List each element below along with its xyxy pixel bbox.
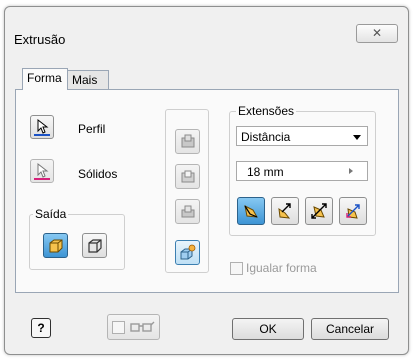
tab-forma-label: Forma [27, 71, 62, 85]
help-icon: ? [37, 321, 45, 335]
extents-group-label: Extensões [236, 104, 297, 118]
join-button[interactable] [175, 129, 200, 154]
cursor-arrow-icon [34, 118, 50, 136]
join-icon [181, 134, 194, 147]
direction-flipped-button[interactable] [271, 197, 299, 225]
output-surface-button[interactable] [82, 233, 107, 258]
help-button[interactable]: ? [31, 318, 51, 338]
preview-button[interactable] [107, 314, 160, 340]
direction-symmetric-button[interactable] [305, 197, 333, 225]
chevron-down-icon [353, 135, 361, 140]
new-solid-button[interactable] [175, 240, 200, 265]
direction-default-icon [244, 205, 258, 218]
direction-symmetric-icon [311, 203, 327, 219]
match-shape-checkbox[interactable] [230, 262, 243, 275]
cursor-arrow-icon [34, 162, 50, 180]
dialog-title: Extrusão [14, 32, 66, 47]
direction-asymmetric-button[interactable] [339, 197, 367, 225]
cancel-button-label: Cancelar [325, 322, 375, 336]
preview-checkbox [112, 320, 125, 334]
direction-flipped-icon [278, 203, 291, 219]
profile-select-button[interactable] [30, 115, 54, 139]
direction-default-button[interactable] [237, 197, 265, 225]
match-shape-label: Igualar forma [246, 261, 317, 275]
chevron-right-icon [349, 168, 353, 174]
close-icon: ✕ [371, 26, 383, 40]
extent-type-value: Distância [241, 130, 291, 144]
ok-button[interactable]: OK [232, 318, 304, 340]
cancel-button[interactable]: Cancelar [311, 318, 389, 340]
tab-mais[interactable]: Mais [67, 70, 109, 90]
intersect-icon [181, 205, 194, 217]
cut-icon [181, 170, 194, 182]
solids-label: Sólidos [78, 167, 118, 181]
ok-button-label: OK [259, 322, 277, 336]
output-group-label: Saída [33, 207, 69, 221]
new-solid-icon [180, 244, 195, 259]
direction-asymmetric-icon [346, 204, 360, 219]
glasses-icon [130, 321, 155, 332]
profile-label: Perfil [78, 122, 106, 136]
cut-button[interactable] [175, 164, 200, 189]
distance-input[interactable]: 18 mm [236, 161, 368, 181]
tab-forma[interactable]: Forma [22, 68, 68, 90]
extent-type-dropdown[interactable]: Distância [236, 126, 368, 146]
intersect-button[interactable] [175, 199, 200, 224]
surface-cube-icon [87, 238, 102, 253]
tab-mais-label: Mais [72, 73, 98, 87]
solid-cube-icon [49, 239, 62, 252]
close-button[interactable]: ✕ [356, 24, 398, 43]
distance-value: 18 mm [247, 165, 284, 179]
solids-select-button[interactable] [30, 159, 54, 183]
output-solid-button[interactable] [43, 233, 68, 258]
